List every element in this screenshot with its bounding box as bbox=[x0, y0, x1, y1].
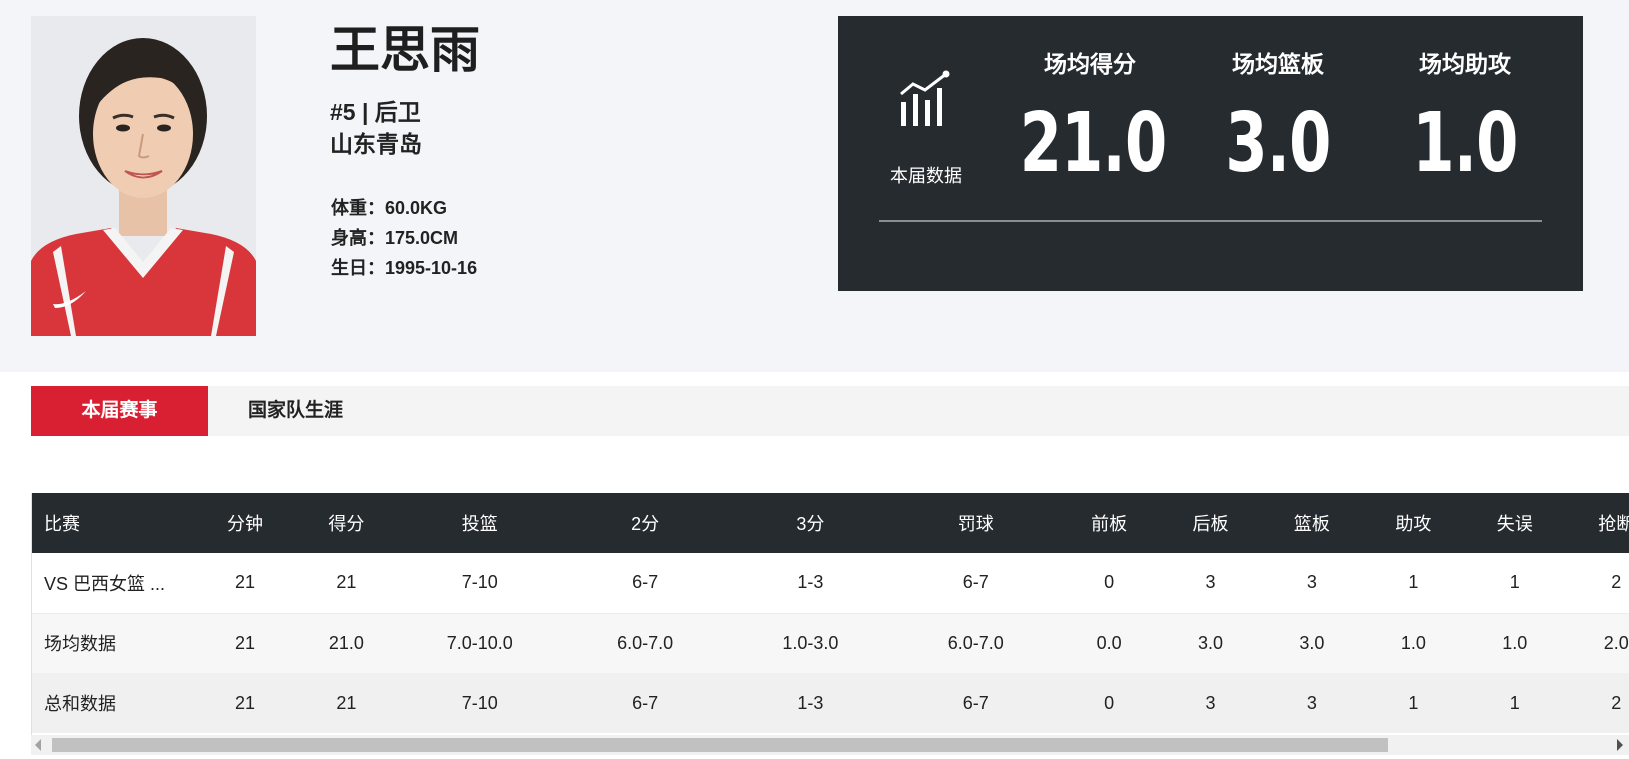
table-cell: 3 bbox=[1306, 692, 1317, 713]
stat-assists-value: 1.0 bbox=[1412, 96, 1518, 191]
table-cell: 21 bbox=[336, 692, 357, 713]
table-cell: 6-7 bbox=[632, 572, 659, 593]
table-cell: 0 bbox=[1104, 572, 1115, 593]
table-cell: 0.0 bbox=[1096, 632, 1122, 653]
player-number-position: #5 | 后卫 bbox=[330, 99, 421, 125]
header-rebounds: 篮板 bbox=[1293, 514, 1330, 534]
height-value: 175.0CM bbox=[385, 228, 459, 248]
header-turnovers: 失误 bbox=[1496, 514, 1533, 534]
height-label: 身高： bbox=[331, 228, 385, 248]
table-cell: 7-10 bbox=[461, 692, 498, 713]
table-cell: 6.0-7.0 bbox=[617, 632, 674, 653]
player-team: 山东青岛 bbox=[330, 131, 422, 157]
weight-row: 体重：60.0KG bbox=[331, 193, 477, 223]
bar-chart-icon bbox=[898, 70, 952, 133]
header-2pt: 2分 bbox=[631, 514, 660, 534]
table-cell: 2.0 bbox=[1603, 632, 1629, 653]
game-cell[interactable]: VS 巴西女篮 ... bbox=[32, 553, 194, 613]
player-photo bbox=[31, 16, 256, 336]
stat-assists-label: 场均助攻 bbox=[1419, 51, 1511, 77]
header-points: 得分 bbox=[328, 514, 365, 534]
header-ft: 罚球 bbox=[957, 514, 994, 534]
table-row: VS 巴西女篮 ... 21 21 7-10 6-7 1-3 6-7 0 3 3… bbox=[32, 553, 1629, 613]
table-cell: 3 bbox=[1205, 692, 1216, 713]
table-cell: 1-3 bbox=[797, 692, 824, 713]
player-bio: 体重：60.0KG 身高：175.0CM 生日：1995-10-16 bbox=[331, 193, 477, 283]
row-label-cell: 总和数据 bbox=[44, 694, 116, 714]
table-cell: 6-7 bbox=[962, 692, 989, 713]
table-cell: 3 bbox=[1306, 572, 1317, 593]
tab-bar: 本届赛事 国家队生涯 bbox=[31, 386, 1629, 436]
weight-label: 体重： bbox=[331, 198, 385, 218]
table-cell: 3.0 bbox=[1197, 632, 1224, 653]
scroll-right-arrow-icon[interactable] bbox=[1617, 739, 1623, 751]
table-cell: 21 bbox=[336, 572, 357, 593]
header-minutes: 分钟 bbox=[226, 514, 263, 534]
tab-current-tournament[interactable]: 本届赛事 bbox=[31, 386, 208, 436]
header-3pt: 3分 bbox=[796, 514, 825, 534]
table-cell: 21 bbox=[234, 632, 255, 653]
header-fg: 投篮 bbox=[461, 514, 498, 534]
stats-divider bbox=[879, 220, 1542, 222]
season-stats-panel: 本届数据 场均得分 21.0 场均篮板 3.0 场均助攻 1.0 bbox=[838, 16, 1583, 291]
table-cell: 1.0 bbox=[1400, 632, 1426, 653]
player-info: #5 | 后卫 山东青岛 bbox=[330, 96, 422, 160]
header-assists: 助攻 bbox=[1395, 514, 1432, 534]
table-cell: 7-10 bbox=[461, 572, 498, 593]
table-cell: 2 bbox=[1611, 692, 1622, 713]
stat-points-label: 场均得分 bbox=[1044, 51, 1136, 77]
table-cell: 6.0-7.0 bbox=[947, 632, 1004, 653]
player-name: 王思雨 bbox=[330, 21, 480, 79]
table-cell: 6-7 bbox=[632, 692, 659, 713]
season-stats-label: 本届数据 bbox=[890, 166, 962, 186]
stat-rebounds-value: 3.0 bbox=[1225, 96, 1331, 191]
horizontal-scrollbar[interactable] bbox=[31, 735, 1629, 755]
table-cell: 3 bbox=[1205, 572, 1216, 593]
table-cell: 21 bbox=[234, 692, 255, 713]
stat-rebounds: 场均篮板 3.0 bbox=[1183, 46, 1373, 196]
height-row: 身高：175.0CM bbox=[331, 223, 477, 253]
table-row: 总和数据 21 21 7-10 6-7 1-3 6-7 0 3 3 1 1 2 bbox=[32, 673, 1629, 733]
stats-table: 比赛 分钟 得分 投篮 2分 3分 罚球 前板 后板 篮板 助攻 失误 抢断 V… bbox=[32, 493, 1629, 733]
stat-points: 场均得分 21.0 bbox=[995, 46, 1185, 196]
header-steals: 抢断 bbox=[1598, 514, 1629, 534]
table-cell: 1 bbox=[1509, 572, 1520, 593]
table-cell: 1 bbox=[1408, 572, 1419, 593]
table-cell: 3.0 bbox=[1299, 632, 1325, 653]
header-off-reb: 前板 bbox=[1091, 514, 1128, 534]
birthday-label: 生日： bbox=[331, 258, 385, 278]
table-cell: 1.0-3.0 bbox=[782, 632, 839, 653]
table-row: 场均数据 21 21.0 7.0-10.0 6.0-7.0 1.0-3.0 6.… bbox=[32, 613, 1629, 673]
scrollbar-thumb[interactable] bbox=[52, 738, 1388, 752]
table-cell: 21 bbox=[234, 572, 255, 593]
birthday-row: 生日：1995-10-16 bbox=[331, 253, 477, 283]
stat-points-value: 21.0 bbox=[1019, 96, 1168, 191]
table-cell: 1-3 bbox=[797, 572, 824, 593]
player-header: 王思雨 #5 | 后卫 山东青岛 体重：60.0KG 身高：175.0CM 生日… bbox=[0, 0, 1629, 372]
scroll-left-arrow-icon[interactable] bbox=[35, 739, 41, 751]
table-cell: 2 bbox=[1611, 572, 1622, 593]
weight-value: 60.0KG bbox=[385, 198, 448, 218]
tab-national-team-career[interactable]: 国家队生涯 bbox=[208, 386, 383, 436]
stat-rebounds-label: 场均篮板 bbox=[1232, 51, 1324, 77]
birthday-value: 1995-10-16 bbox=[385, 258, 478, 278]
header-game: 比赛 bbox=[44, 514, 80, 534]
table-cell: 1 bbox=[1509, 692, 1520, 713]
stats-table-container: 比赛 分钟 得分 投篮 2分 3分 罚球 前板 后板 篮板 助攻 失误 抢断 V… bbox=[31, 493, 1629, 753]
table-cell: 21.0 bbox=[328, 632, 364, 653]
table-cell: 7.0-10.0 bbox=[446, 632, 513, 653]
table-cell: 1.0 bbox=[1502, 632, 1528, 653]
table-cell: 0 bbox=[1104, 692, 1115, 713]
table-cell: 6-7 bbox=[962, 572, 989, 593]
row-label-cell: 场均数据 bbox=[44, 634, 116, 655]
header-def-reb: 后板 bbox=[1192, 514, 1229, 534]
table-header-row: 比赛 分钟 得分 投篮 2分 3分 罚球 前板 后板 篮板 助攻 失误 抢断 bbox=[32, 493, 1629, 553]
table-cell: 1 bbox=[1408, 692, 1419, 713]
stat-assists: 场均助攻 1.0 bbox=[1370, 46, 1560, 196]
